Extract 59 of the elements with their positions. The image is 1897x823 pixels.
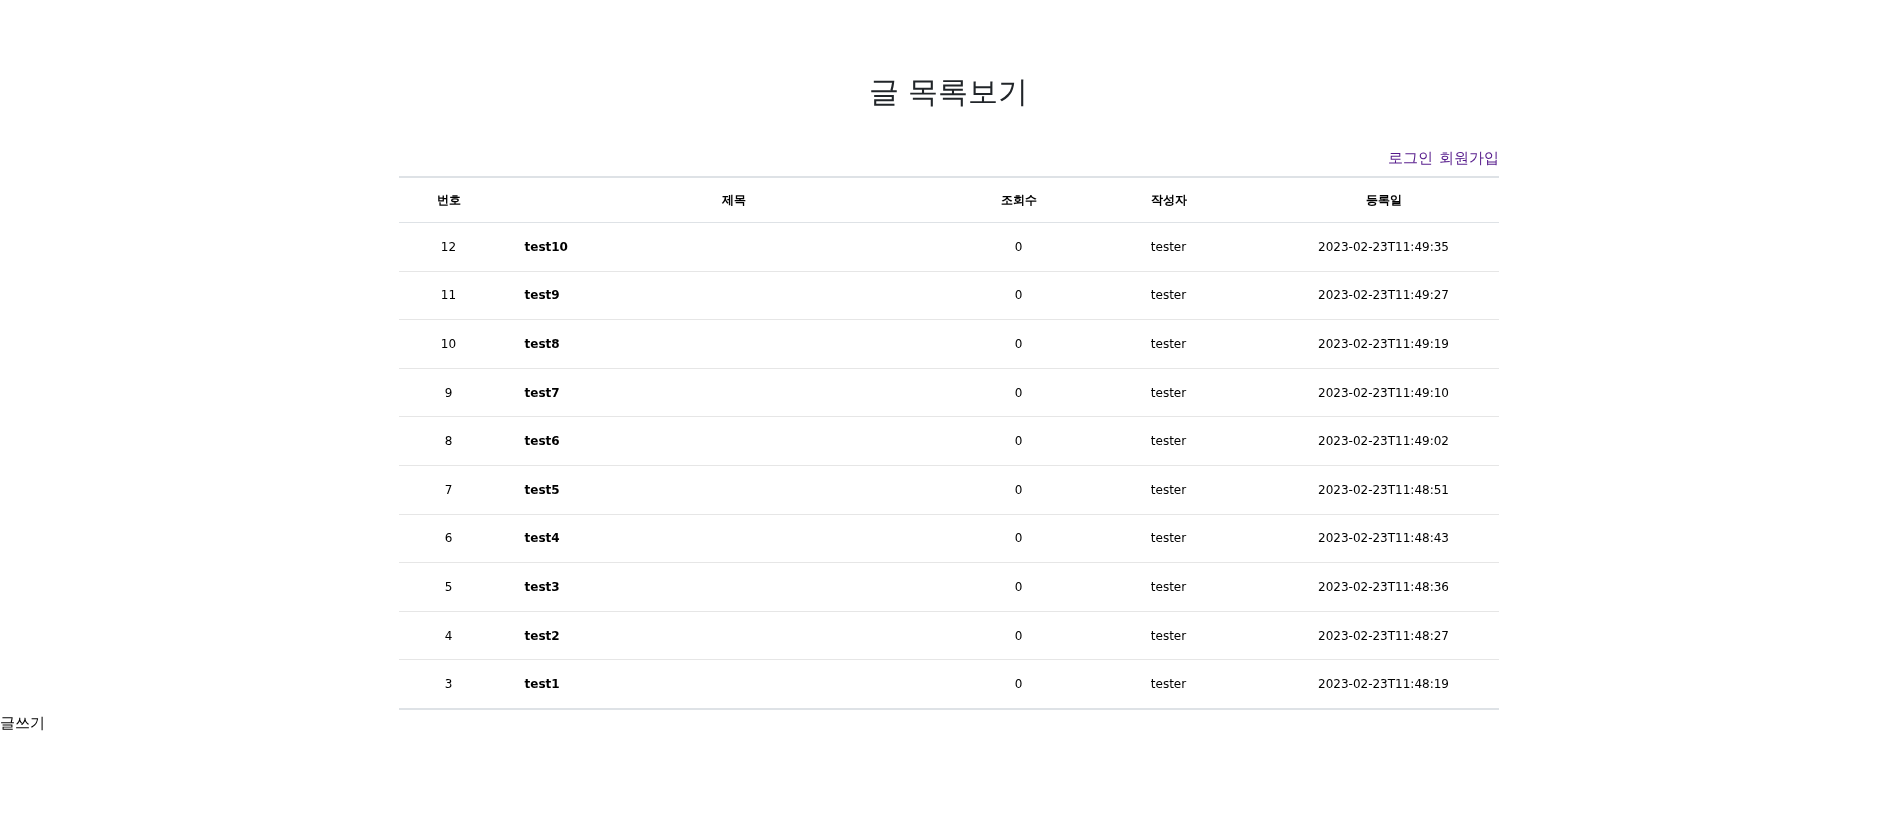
post-title-link[interactable]: test7 [524, 385, 560, 400]
column-header: 번호 [398, 177, 499, 223]
author-cell: tester [1068, 465, 1269, 515]
post-number-cell: 4 [398, 611, 499, 660]
post-title-link[interactable]: test9 [524, 288, 560, 303]
date-cell: 2023-02-23T11:49:27 [1268, 271, 1499, 320]
post-number-cell: 7 [398, 465, 499, 515]
author-cell: tester [1068, 222, 1269, 272]
view-count-cell: 0 [968, 271, 1069, 320]
view-count-cell: 0 [968, 562, 1069, 612]
author-cell: tester [1068, 271, 1269, 320]
date-cell: 2023-02-23T11:48:36 [1268, 562, 1499, 612]
post-number-cell: 8 [398, 416, 499, 466]
view-count-cell: 0 [968, 222, 1069, 272]
author-cell: tester [1068, 562, 1269, 612]
post-title-link[interactable]: test3 [524, 579, 560, 594]
date-cell: 2023-02-23T11:49:19 [1268, 319, 1499, 369]
post-title-link[interactable]: test2 [524, 628, 560, 643]
view-count-cell: 0 [968, 319, 1069, 369]
date-cell: 2023-02-23T11:48:19 [1268, 659, 1499, 709]
page-title: 글 목록보기 [867, 73, 1030, 111]
date-cell: 2023-02-23T11:48:51 [1268, 465, 1499, 515]
post-number-cell: 5 [398, 562, 499, 612]
view-count-cell: 0 [968, 368, 1069, 417]
date-cell: 2023-02-23T11:49:10 [1268, 368, 1499, 417]
auth-link[interactable]: 로그인 [1387, 149, 1433, 168]
post-number-cell: 11 [398, 271, 499, 320]
column-header: 제목 [498, 177, 969, 223]
author-cell: tester [1068, 514, 1269, 563]
date-cell: 2023-02-23T11:48:27 [1268, 611, 1499, 660]
view-count-cell: 0 [968, 659, 1069, 709]
date-cell: 2023-02-23T11:49:02 [1268, 416, 1499, 466]
post-number-cell: 12 [398, 222, 499, 272]
author-cell: tester [1068, 659, 1269, 709]
column-header: 등록일 [1268, 177, 1499, 223]
write-link[interactable]: 글쓰기 [0, 713, 45, 733]
column-header: 조회수 [968, 177, 1069, 223]
post-title-link[interactable]: test10 [524, 239, 568, 254]
post-title-link[interactable]: test6 [524, 434, 560, 449]
post-number-cell: 3 [398, 659, 499, 709]
view-count-cell: 0 [968, 611, 1069, 660]
post-number-cell: 10 [398, 319, 499, 369]
post-title-link[interactable]: test1 [524, 677, 560, 692]
author-cell: tester [1068, 611, 1269, 660]
post-number-cell: 9 [398, 368, 499, 417]
author-cell: tester [1068, 368, 1269, 417]
auth-link[interactable]: 회원가입 [1438, 149, 1499, 168]
date-cell: 2023-02-23T11:49:35 [1268, 222, 1499, 272]
view-count-cell: 0 [968, 514, 1069, 563]
date-cell: 2023-02-23T11:48:43 [1268, 514, 1499, 563]
view-count-cell: 0 [968, 416, 1069, 466]
view-count-cell: 0 [968, 465, 1069, 515]
post-title-link[interactable]: test5 [524, 482, 560, 497]
column-header: 작성자 [1068, 177, 1269, 223]
author-cell: tester [1068, 416, 1269, 466]
post-title-link[interactable]: test8 [524, 337, 560, 351]
post-number-cell: 6 [398, 514, 499, 563]
post-title-link[interactable]: test4 [524, 531, 560, 546]
author-cell: tester [1068, 319, 1269, 369]
